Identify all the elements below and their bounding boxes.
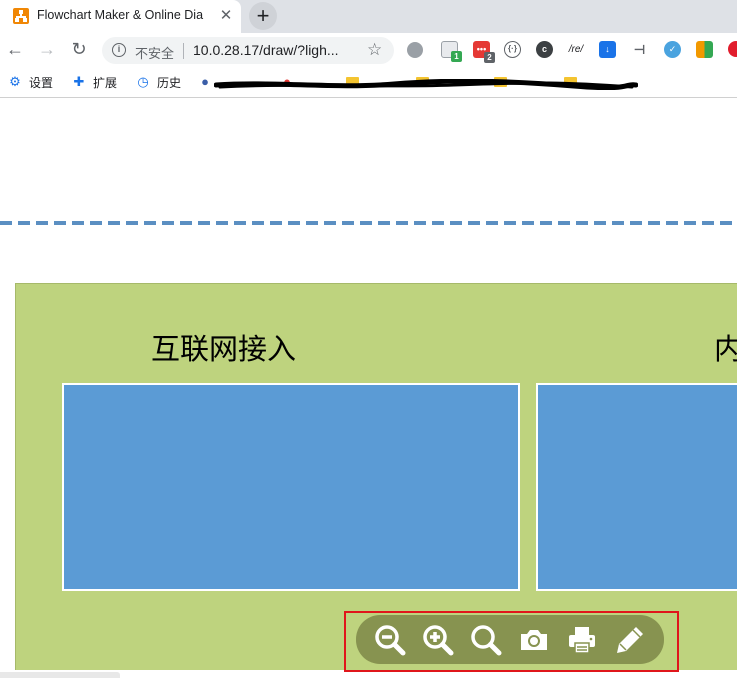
grid-extension-icon[interactable]: [696, 41, 713, 58]
puzzle-icon: ✚: [73, 74, 85, 89]
reload-button[interactable]: ↻: [68, 38, 90, 60]
url-text[interactable]: 10.0.28.17/draw/?ligh...: [193, 42, 358, 58]
history-icon: ◷: [137, 74, 149, 89]
security-label: 不安全: [135, 46, 175, 61]
dots-cluster-icon: ●: [201, 74, 209, 89]
diagram-box-right: [536, 383, 737, 591]
download-extension-icon[interactable]: ↓: [599, 41, 616, 58]
bookmark-star-icon[interactable]: ☆: [367, 40, 382, 60]
check-badge-extension-icon[interactable]: ✓: [664, 41, 681, 58]
opera-extension-icon[interactable]: [728, 41, 737, 57]
browser-toolbar: ← → ↻ i 不安全 10.0.28.17/draw/?ligh... ☆ 1…: [0, 33, 737, 67]
group-title-internal: 内: [714, 332, 737, 366]
browser-tab[interactable]: Flowchart Maker & Online Dia ✕: [0, 0, 241, 33]
dashed-separator-line: [0, 221, 737, 225]
group-title-internet-access: 互联网接入: [151, 332, 297, 366]
drawio-favicon-icon: [13, 8, 29, 24]
bookmark-settings[interactable]: ⚙ 设置: [8, 74, 53, 90]
red-dots-extension-icon[interactable]: ••• 2: [473, 41, 495, 63]
tab-close-icon[interactable]: ✕: [217, 7, 235, 25]
gear-icon: ⚙: [9, 74, 21, 89]
code-braces-extension-icon[interactable]: {·}: [504, 41, 521, 58]
bookmark-history[interactable]: ◷ 历史: [136, 74, 181, 90]
tab-title: Flowchart Maker & Online Dia: [37, 8, 204, 22]
bookmark-extensions[interactable]: ✚ 扩展: [72, 74, 117, 90]
regex-extension-icon[interactable]: /re/: [565, 41, 587, 58]
pin-extension-icon[interactable]: ⊣: [631, 41, 648, 58]
cookie-extension-icon[interactable]: c: [536, 41, 553, 58]
grey-circle-extension-icon[interactable]: [407, 42, 423, 58]
bookmark-label: 扩展: [93, 75, 118, 90]
back-button[interactable]: ←: [4, 38, 26, 60]
status-strip: [0, 672, 120, 678]
diagram-box-left: [62, 383, 520, 591]
forward-button[interactable]: →: [36, 38, 58, 60]
bookmark-label: 设置: [29, 75, 54, 90]
new-tab-button[interactable]: +: [249, 2, 277, 30]
tab-strip: Flowchart Maker & Online Dia ✕ +: [0, 0, 737, 33]
bookmark-label: 历史: [157, 75, 182, 90]
tab-manager-extension-icon[interactable]: 1: [441, 41, 462, 62]
info-icon[interactable]: i: [112, 43, 126, 57]
highlight-annotation-box: [344, 611, 679, 672]
address-divider: [183, 43, 184, 59]
address-bar[interactable]: i 不安全 10.0.28.17/draw/?ligh... ☆: [102, 37, 394, 64]
redaction-scribble: [214, 79, 638, 90]
